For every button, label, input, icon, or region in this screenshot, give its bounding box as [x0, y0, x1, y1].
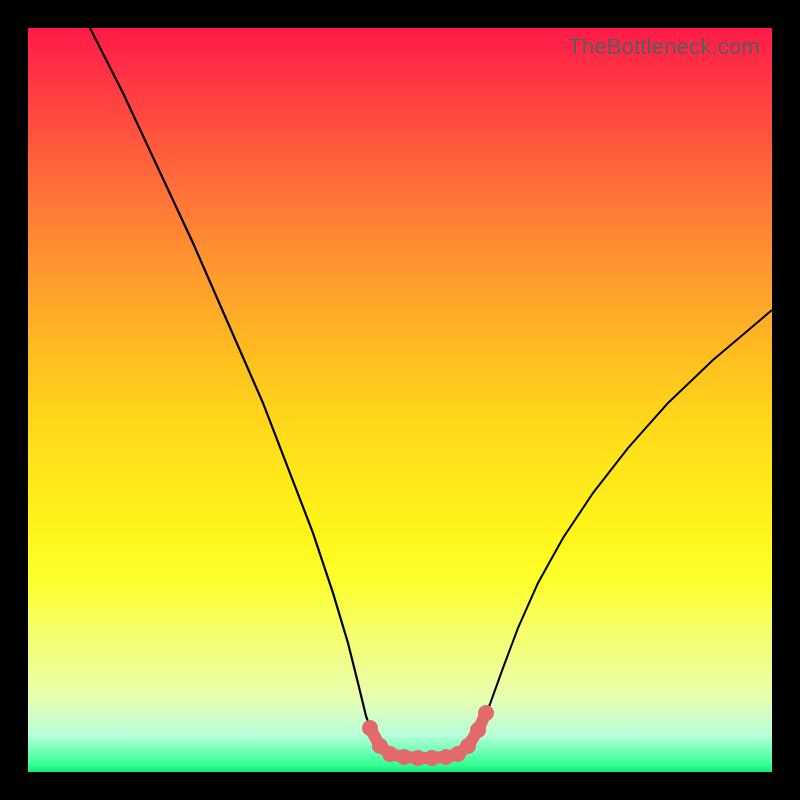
chart-frame: TheBottleneck.com: [0, 0, 800, 800]
highlight-dot: [460, 738, 476, 754]
curve-layer: [28, 28, 772, 772]
bottleneck-curve-right: [490, 310, 772, 704]
highlight-dot: [410, 750, 426, 766]
plot-area: TheBottleneck.com: [28, 28, 772, 772]
bottleneck-curve-left: [90, 28, 490, 758]
highlight-dot: [382, 746, 398, 762]
highlight-dot: [470, 722, 486, 738]
highlight-dot: [424, 750, 440, 766]
highlight-dot: [362, 720, 378, 736]
highlight-dot: [396, 749, 412, 765]
highlight-dot: [478, 705, 494, 721]
